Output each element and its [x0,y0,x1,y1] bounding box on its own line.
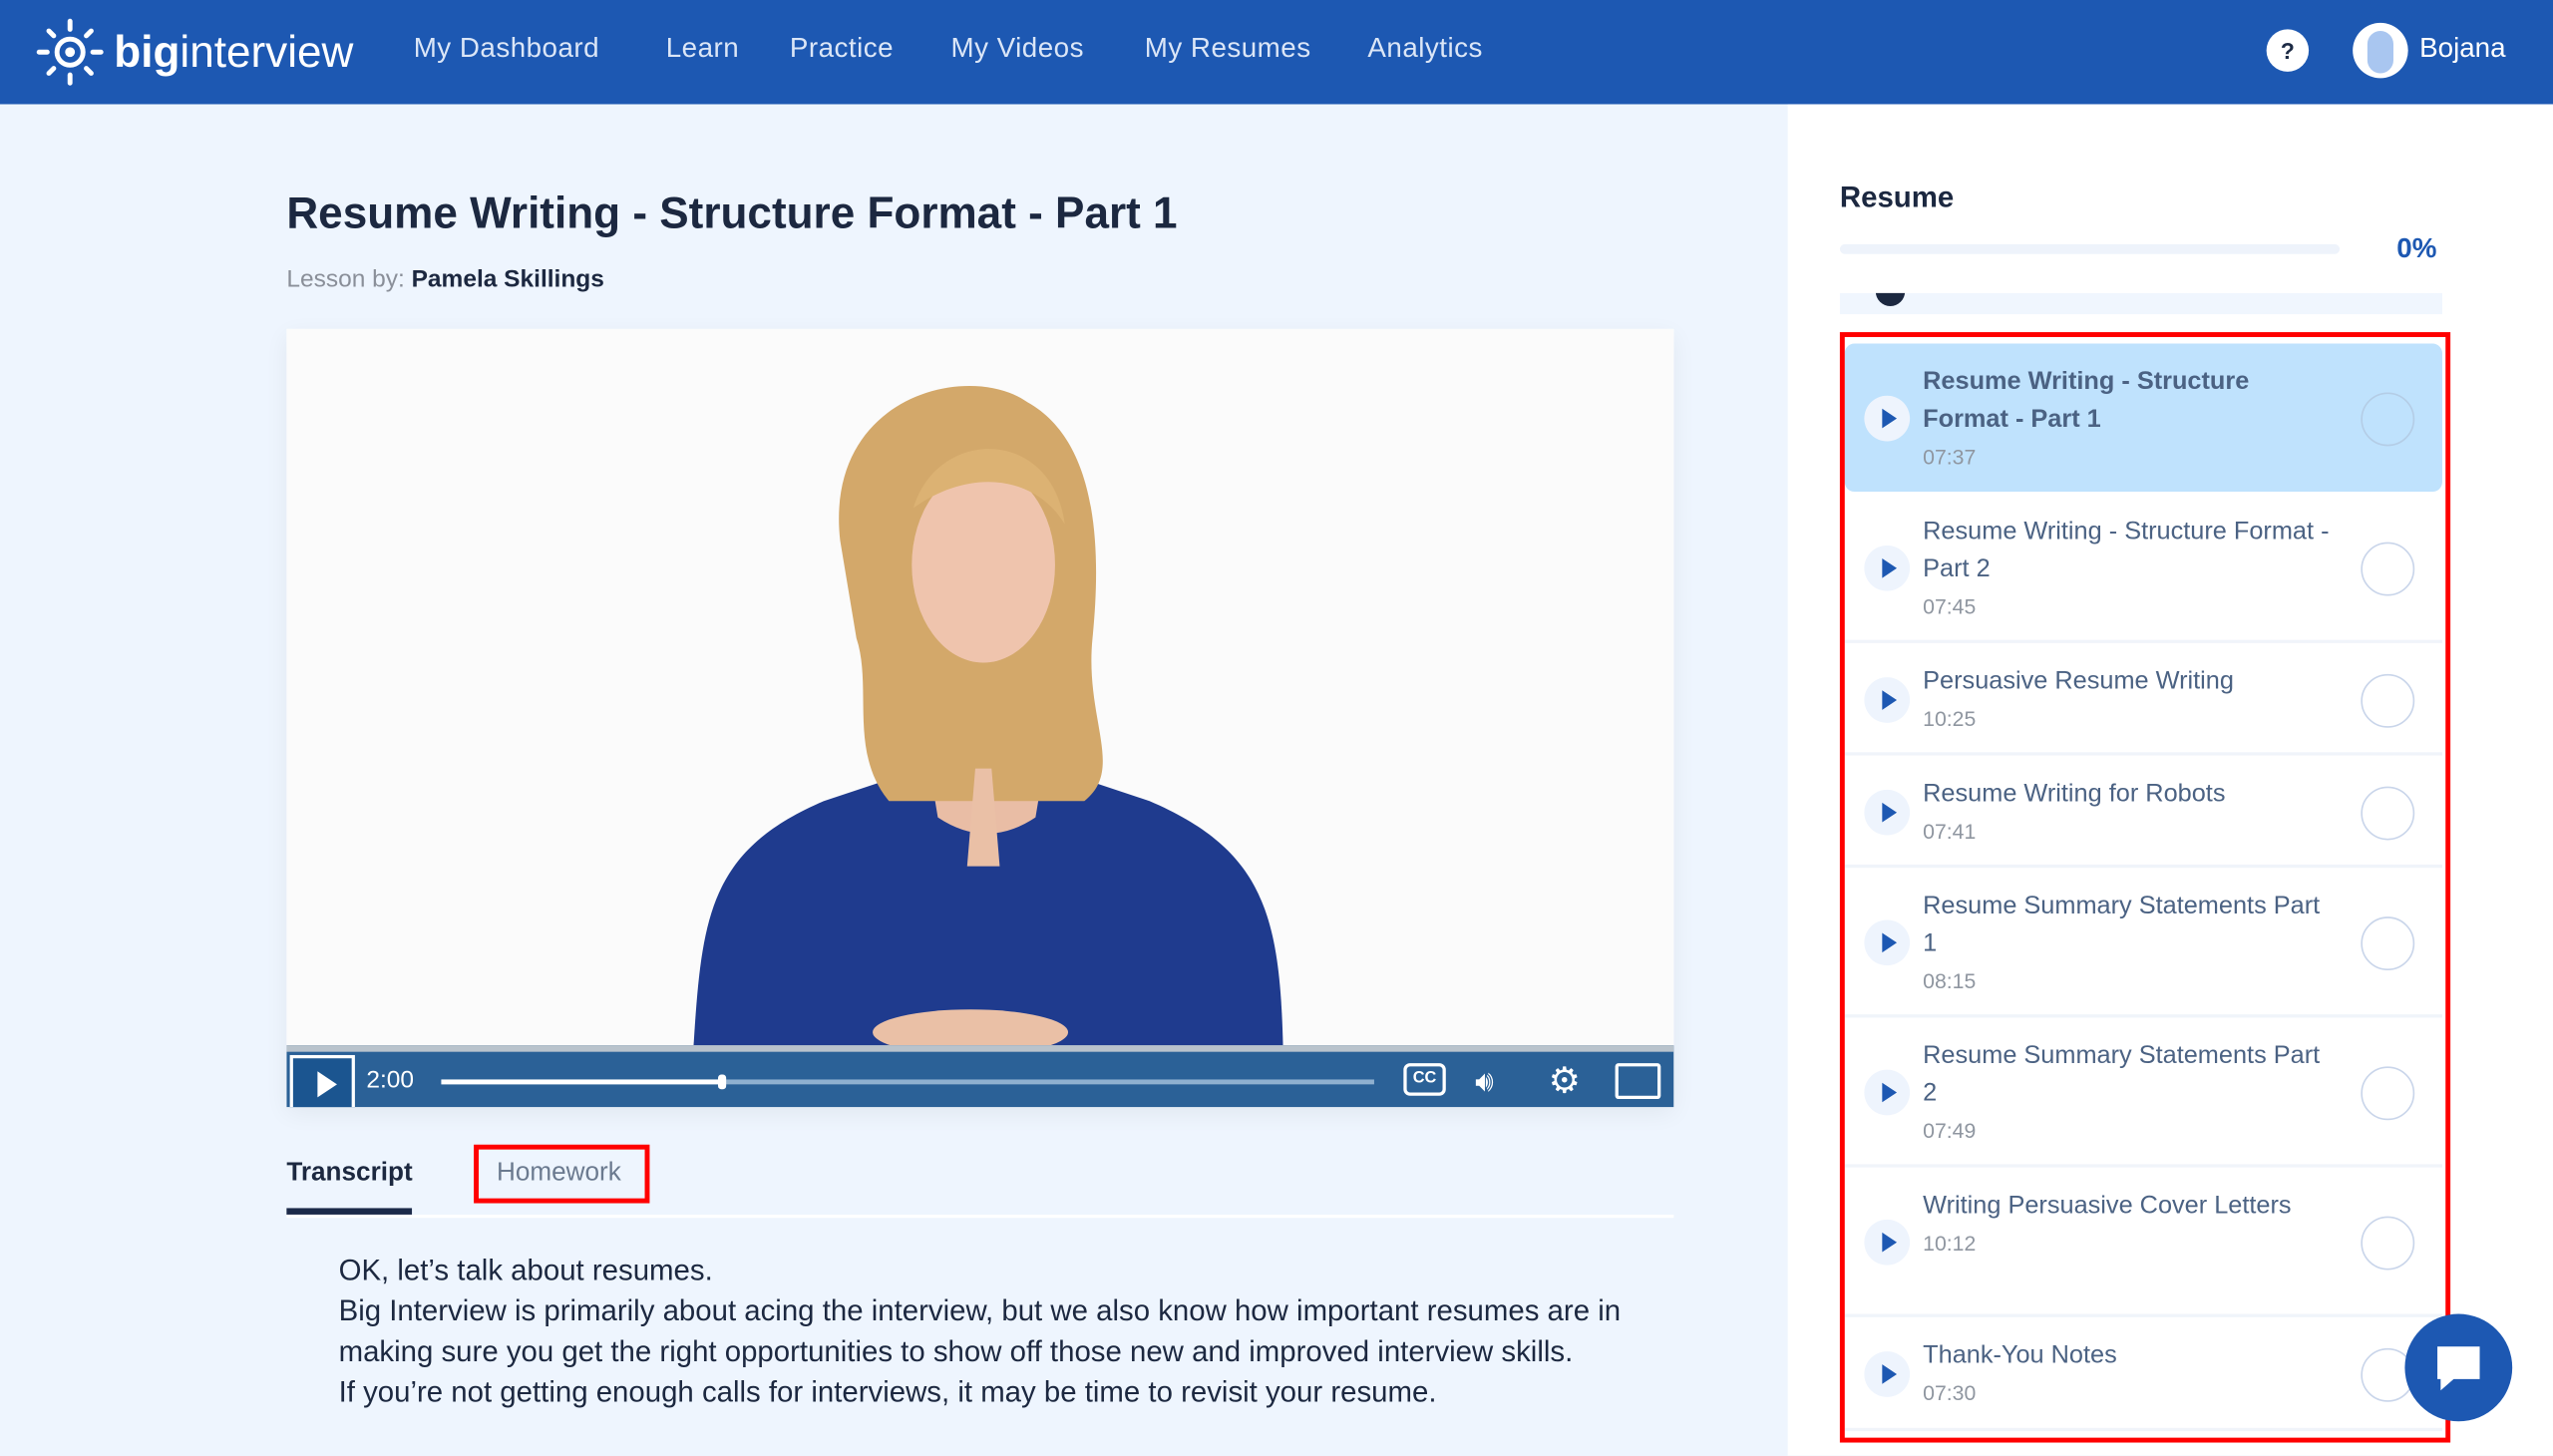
volume-icon[interactable]: 🔊︎ [1475,1063,1494,1099]
current-time: 2:00 [366,1066,415,1095]
logo-text: interview [180,26,354,76]
lesson-list-highlight-box [1839,332,2451,1443]
seek-handle[interactable] [717,1074,726,1090]
help-button[interactable]: ? [2266,29,2310,72]
sun-logo-icon [36,18,104,86]
tab-divider [286,1214,1674,1219]
video-player[interactable]: 2:00 CC 🔊︎ ⚙︎ [286,328,1674,1108]
video-frame-presenter [286,328,1674,1046]
nav-my-resumes[interactable]: My Resumes [1145,33,1311,66]
play-button[interactable] [289,1054,355,1108]
page: big interview My Dashboard Learn Practice… [0,0,2553,1456]
chat-bubble-icon [2437,1346,2480,1391]
seek-bar[interactable] [441,1074,1374,1090]
chat-button[interactable] [2404,1313,2513,1422]
top-nav-bar: big interview My Dashboard Learn Practice… [0,0,2553,105]
tab-transcript[interactable]: Transcript [286,1159,412,1188]
page-title: Resume Writing - Structure Format - Part… [286,188,1178,238]
player-controls: 2:00 CC 🔊︎ ⚙︎ [286,1045,1674,1108]
transcript-paragraph: OK, let’s talk about resumes. [338,1254,713,1286]
nav-my-dashboard[interactable]: My Dashboard [414,33,599,66]
biginterview-logo[interactable]: big interview [36,16,353,88]
course-progress-percent: 0% [2396,232,2437,264]
nav-practice[interactable]: Practice [790,33,894,66]
logo-text-bold: big [114,26,181,76]
closed-captions-button[interactable]: CC [1403,1063,1446,1096]
byline-label: Lesson by: [286,265,405,293]
fullscreen-icon[interactable] [1615,1063,1661,1100]
nav-learn[interactable]: Learn [666,33,739,66]
user-name[interactable]: Bojana [2419,33,2505,66]
settings-gear-icon[interactable]: ⚙︎ [1549,1062,1581,1099]
author-name: Pamela Skillings [411,265,604,293]
lesson-byline: Lesson by: Pamela Skillings [286,265,604,293]
nav-my-videos[interactable]: My Videos [950,33,1083,66]
transcript-text: OK, let’s talk about resumes. Big Interv… [339,1251,1641,1413]
scrolled-item-partial [1839,292,2442,315]
nav-analytics[interactable]: Analytics [1367,33,1482,66]
transcript-paragraph: If you’re not getting enough calls for i… [338,1375,1437,1409]
sidebar-title: Resume [1839,181,1955,213]
course-progress-bar [1839,243,2341,254]
homework-highlight-box [474,1144,650,1204]
transcript-paragraph: Big Interview is primarily about acing t… [338,1293,1622,1368]
avatar[interactable] [2353,22,2408,79]
